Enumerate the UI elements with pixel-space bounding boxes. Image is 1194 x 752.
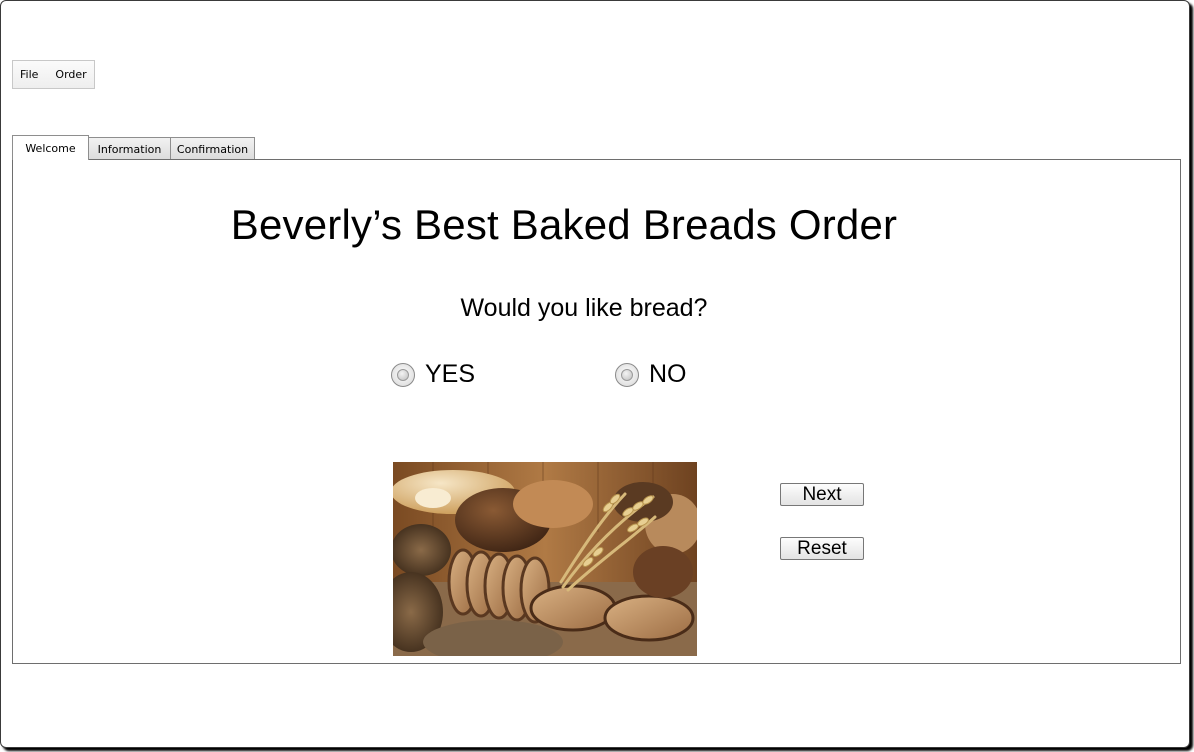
yes-radio[interactable] xyxy=(391,362,415,387)
no-radio[interactable] xyxy=(615,362,639,387)
tab-information[interactable]: Information xyxy=(88,137,171,160)
yes-label[interactable]: YES xyxy=(425,360,475,389)
menu-order[interactable]: Order xyxy=(38,68,86,81)
no-label[interactable]: NO xyxy=(649,360,687,389)
tab-welcome[interactable]: Welcome xyxy=(12,135,89,160)
bread-illustration xyxy=(393,462,697,656)
tab-confirmation[interactable]: Confirmation xyxy=(170,137,255,160)
menu-file[interactable]: File xyxy=(13,68,38,81)
app-window: File Order Welcome Information Confirmat… xyxy=(0,0,1190,748)
page-title: Beverly’s Best Baked Breads Order xyxy=(230,201,898,248)
menu-bar: File Order xyxy=(12,60,95,89)
yes-option[interactable]: YES xyxy=(391,360,475,389)
tab-strip: Welcome Information Confirmation xyxy=(12,135,255,160)
reset-button[interactable]: Reset xyxy=(780,537,864,560)
bread-question: Would you like bread? xyxy=(460,294,708,322)
next-button[interactable]: Next xyxy=(780,483,864,506)
radio-dot-icon xyxy=(397,368,409,381)
radio-dot-icon xyxy=(621,368,633,381)
no-option[interactable]: NO xyxy=(615,360,687,389)
bread-image xyxy=(393,462,697,656)
